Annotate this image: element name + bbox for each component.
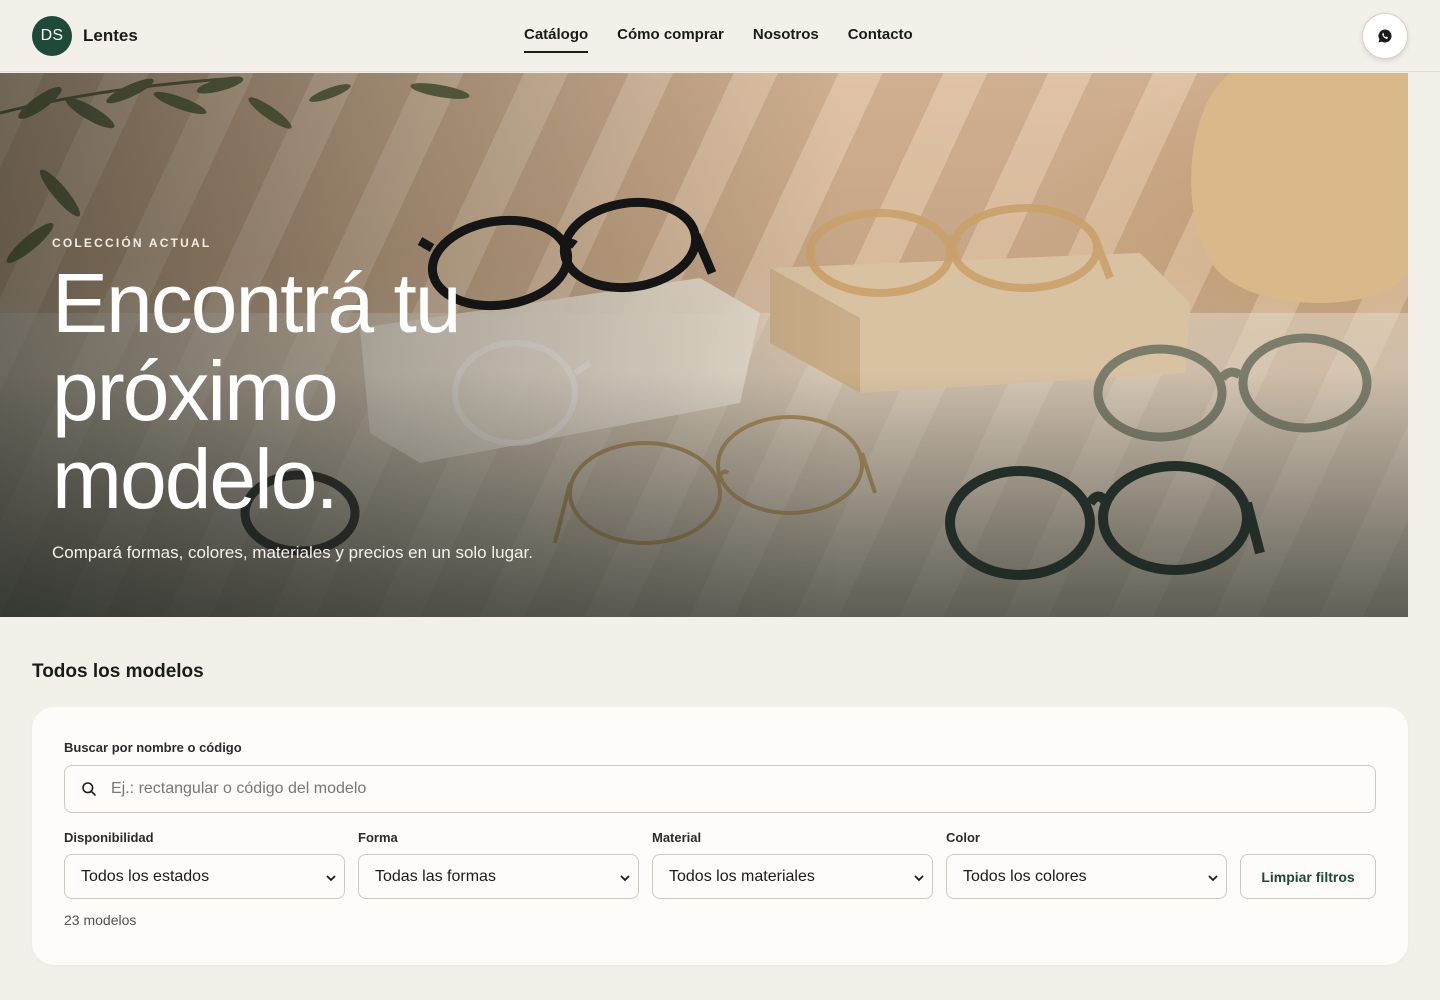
nav-item-como-comprar[interactable]: Cómo comprar (617, 0, 724, 72)
select-material[interactable]: Todos los materiales (652, 854, 933, 899)
select-color[interactable]: Todos los colores (946, 854, 1227, 899)
select-value: Todos los estados (81, 868, 210, 885)
search-label: Buscar por nombre o código (64, 740, 242, 755)
filter-label-material: Material (652, 830, 702, 845)
filter-label-forma: Forma (358, 830, 398, 845)
select-value: Todas las formas (375, 868, 496, 885)
search-icon (82, 782, 96, 796)
brand-logo[interactable]: DS Lentes (32, 16, 138, 56)
whatsapp-icon (1378, 29, 1392, 43)
hero-banner: COLECCIÓN ACTUAL Encontrá tu próximo mod… (0, 73, 1408, 617)
hero-eyebrow: COLECCIÓN ACTUAL (52, 236, 212, 250)
chevron-down-icon (1208, 875, 1218, 882)
results-count: 23 modelos (64, 912, 137, 928)
select-forma[interactable]: Todas las formas (358, 854, 639, 899)
clear-filters-button[interactable]: Limpiar filtros (1240, 854, 1376, 899)
select-value: Todos los materiales (669, 868, 815, 885)
nav-item-catalogo[interactable]: Catálogo (524, 0, 589, 72)
main-nav: Catálogo Cómo comprar Nosotros Contacto (524, 0, 942, 72)
filter-label-disponibilidad: Disponibilidad (64, 830, 154, 845)
select-value: Todos los colores (963, 868, 1087, 885)
nav-item-nosotros[interactable]: Nosotros (753, 0, 819, 72)
nav-item-contacto[interactable]: Contacto (848, 0, 913, 72)
site-header: DS Lentes Catálogo Cómo comprar Nosotros… (0, 0, 1440, 72)
chevron-down-icon (326, 875, 336, 882)
brand-name: Lentes (83, 26, 138, 45)
chevron-down-icon (914, 875, 924, 882)
chevron-down-icon (620, 875, 630, 882)
brand-badge: DS (32, 16, 72, 56)
hero-subtitle: Compará formas, colores, materiales y pr… (52, 543, 533, 562)
hero-gutter (1408, 73, 1440, 617)
select-disponibilidad[interactable]: Todos los estados (64, 854, 345, 899)
search-field[interactable] (64, 765, 1376, 813)
section-title: Todos los modelos (32, 661, 204, 682)
filter-label-color: Color (946, 830, 980, 845)
search-input[interactable] (111, 766, 1361, 812)
whatsapp-button[interactable] (1362, 13, 1408, 59)
filter-panel: Buscar por nombre o código Disponibilida… (32, 707, 1408, 965)
hero-title: Encontrá tu próximo modelo. (52, 256, 462, 526)
